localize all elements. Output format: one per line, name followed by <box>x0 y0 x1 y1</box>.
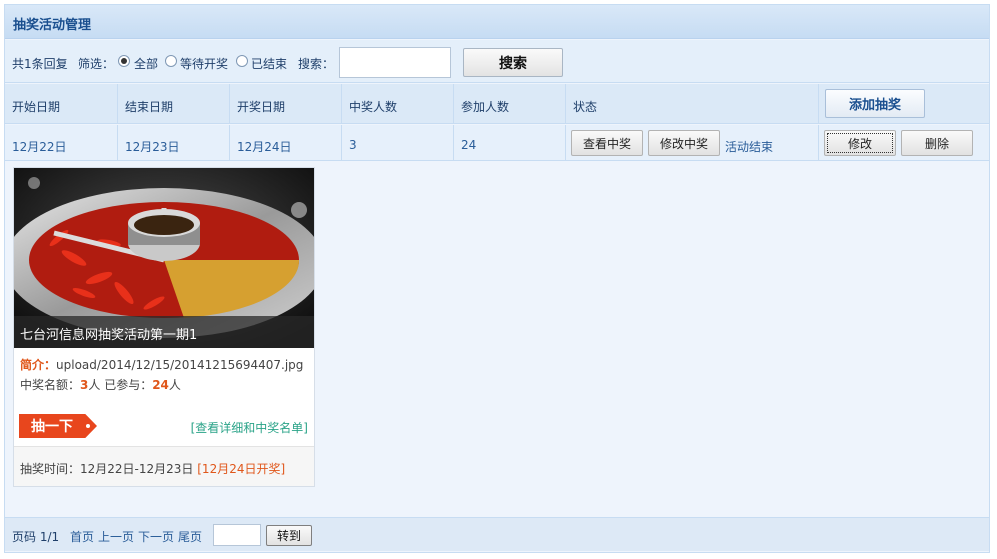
total-count: 共1条回复 <box>12 57 68 71</box>
prev-page-link[interactable]: 上一页 <box>98 528 134 545</box>
lottery-panel: 抽奖活动管理 共1条回复 筛选： 全部 等待开奖 已结束 搜索： 搜索 开始日期… <box>4 4 990 553</box>
row-end-date: 12月23日 <box>118 125 230 160</box>
header-end-date: 结束日期 <box>118 84 230 123</box>
add-lottery-button[interactable]: 添加抽奖 <box>825 89 925 118</box>
view-winners-button[interactable]: 查看中奖 <box>571 130 643 156</box>
filter-radio-all[interactable] <box>118 55 130 67</box>
header-draw-date: 开奖日期 <box>230 84 342 123</box>
row-winner-count: 3 <box>342 125 454 160</box>
header-start-date: 开始日期 <box>5 84 118 123</box>
last-page-link[interactable]: 尾页 <box>178 528 202 545</box>
intro-value: upload/2014/12/15/20141215694407.jpg <box>56 358 304 372</box>
table-header-row: 开始日期 结束日期 开奖日期 中奖人数 参加人数 状态 添加抽奖 <box>5 84 989 124</box>
filter-label: 筛选： <box>78 57 115 71</box>
pagination-bar: 页码 1/1 首页 上一页 下一页 尾页 转到 <box>5 517 989 551</box>
row-start-date: 12月22日 <box>5 125 118 160</box>
first-page-link[interactable]: 首页 <box>70 528 94 545</box>
card-caption: 七台河信息网抽奖活动第一期1 <box>14 316 314 348</box>
card-footer: 抽奖时间：12月22日-12月23日 [12月24日开奖] <box>14 446 314 486</box>
delete-button[interactable]: 删除 <box>901 130 973 156</box>
card-intro: 简介：upload/2014/12/15/20141215694407.jpg <box>20 356 303 373</box>
panel-titlebar: 抽奖活动管理 <box>5 5 989 39</box>
search-input[interactable] <box>339 47 451 78</box>
row-status-cell: 查看中奖 修改中奖 活动结束 <box>566 125 819 160</box>
filter-option-pending[interactable]: 等待开奖 <box>180 55 228 72</box>
goto-page-button[interactable]: 转到 <box>266 525 312 546</box>
edit-winners-button[interactable]: 修改中奖 <box>648 130 720 156</box>
lottery-card: 七台河信息网抽奖活动第一期1 简介：upload/2014/12/15/2014… <box>13 167 315 487</box>
intro-label: 简介： <box>20 358 57 372</box>
draw-tag-dot-icon <box>86 424 90 428</box>
table-row: 12月22日 12月23日 12月24日 3 24 查看中奖 修改中奖 活动结束… <box>5 125 989 161</box>
joined-value: 24 <box>152 378 169 392</box>
page-info: 页码 1/1 <box>12 530 60 544</box>
filter-option-ended[interactable]: 已结束 <box>251 55 287 72</box>
search-label: 搜索： <box>298 57 335 71</box>
row-participant-count: 24 <box>454 125 566 160</box>
header-status: 状态 <box>566 84 819 123</box>
status-text: 活动结束 <box>725 140 774 154</box>
search-button[interactable]: 搜索 <box>463 48 563 77</box>
draw-time: 抽奖时间：12月22日-12月23日 [12月24日开奖] <box>20 462 286 476</box>
quota-label: 中奖名额： <box>20 378 81 392</box>
header-winner-count: 中奖人数 <box>342 84 454 123</box>
filter-radio-ended[interactable] <box>236 55 248 67</box>
quota-unit: 人 已参与： <box>88 378 153 392</box>
next-page-link[interactable]: 下一页 <box>138 528 174 545</box>
view-details-link[interactable]: [查看详细和中奖名单] <box>191 419 308 436</box>
panel-title: 抽奖活动管理 <box>13 18 92 33</box>
filter-radio-pending[interactable] <box>165 55 177 67</box>
page-number-input[interactable] <box>213 524 261 546</box>
edit-button[interactable]: 修改 <box>824 130 896 156</box>
hotpot-image: 七台河信息网抽奖活动第一期1 <box>14 168 314 348</box>
filter-option-all[interactable]: 全部 <box>134 55 158 72</box>
row-draw-date: 12月24日 <box>230 125 342 160</box>
filter-bar: 共1条回复 筛选： 全部 等待开奖 已结束 搜索： 搜索 <box>5 40 989 83</box>
header-participant-count: 参加人数 <box>454 84 566 123</box>
joined-unit: 人 <box>168 378 181 392</box>
card-quota: 中奖名额：3人 已参与：24人 <box>20 376 181 393</box>
draw-date-note: [12月24日开奖] <box>197 462 286 476</box>
